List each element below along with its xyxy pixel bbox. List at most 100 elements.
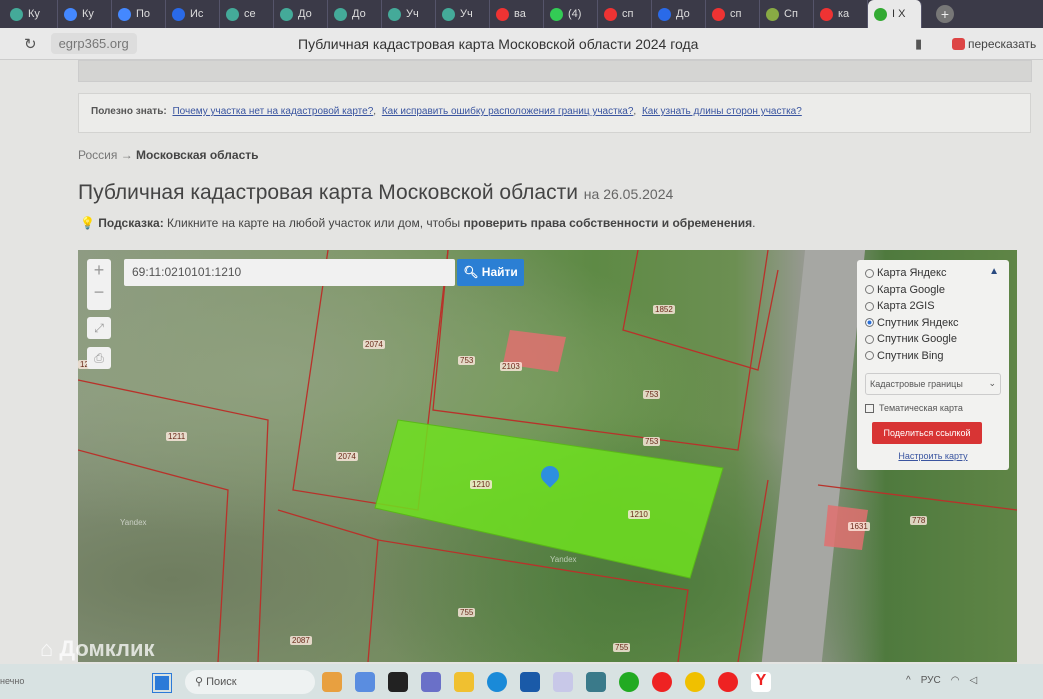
language-indicator[interactable]: РУС	[921, 675, 941, 686]
find-button[interactable]: 🔍︎ Найти	[457, 259, 524, 286]
taskbar: нечно ⚲ Поиск Y ^ РУС ◠ ◁	[0, 664, 1043, 699]
tab-favicon-icon	[766, 7, 779, 21]
print-icon[interactable]: ⎙	[87, 347, 111, 369]
new-tab-button[interactable]: +	[936, 5, 954, 23]
info-link[interactable]: Как узнать длины сторон участка?	[642, 106, 802, 117]
app-icon[interactable]	[388, 672, 408, 692]
info-label: Полезно знать:	[91, 106, 167, 117]
breadcrumb-root[interactable]: Россия	[78, 148, 117, 162]
zoom-out-button[interactable]: −	[87, 281, 111, 303]
chevron-up-icon[interactable]: ^	[906, 675, 911, 686]
volume-icon[interactable]: ◁	[969, 675, 977, 686]
chevron-down-icon: ⌄	[988, 378, 996, 388]
app-icon[interactable]	[586, 672, 606, 692]
retell-button[interactable]: пересказать	[952, 37, 1036, 51]
cadastral-map[interactable]: 2074 753 2103 1852 1211 753 753 2074 1210 1210 163…	[78, 250, 1017, 662]
reload-icon[interactable]: ↻	[24, 35, 37, 53]
browser-tab[interactable]: До	[652, 0, 706, 28]
info-link[interactable]: Почему участка нет на кадастровой карте?	[172, 106, 373, 117]
url-field[interactable]: egrp365.org	[50, 33, 137, 54]
folder-icon[interactable]	[454, 672, 474, 692]
browser-tab[interactable]: До	[328, 0, 382, 28]
retell-label: пересказать	[968, 37, 1037, 51]
wifi-icon[interactable]: ◠	[951, 675, 960, 686]
parcel-line	[737, 479, 769, 662]
tab-label: До	[352, 8, 366, 20]
browser-tab[interactable]: Ку	[4, 0, 58, 28]
browser-tab[interactable]: До	[274, 0, 328, 28]
yandex-icon[interactable]	[652, 672, 672, 692]
parcel-number-label: 1210	[628, 510, 650, 519]
info-link[interactable]: Как исправить ошибку расположения границ…	[382, 106, 634, 117]
edge-icon[interactable]	[487, 672, 507, 692]
browser-tab[interactable]: сп	[598, 0, 652, 28]
tab-favicon-icon	[442, 7, 455, 21]
overlay-select[interactable]: Кадастровые границы ⌄	[865, 373, 1001, 395]
layer-label: Карта Google	[877, 283, 945, 296]
share-link-button[interactable]: Поделиться ссылкой	[872, 422, 982, 444]
parcel-number-label: 1211	[166, 432, 188, 441]
browser-tab[interactable]: Ку	[58, 0, 112, 28]
windows-start-icon[interactable]	[152, 673, 172, 693]
layer-panel: ▲ Карта Яндекс Карта Google Карта 2GIS Спут…	[857, 260, 1009, 470]
browser-tab[interactable]: По	[112, 0, 166, 28]
browser-tab[interactable]: сп	[706, 0, 760, 28]
opera-icon[interactable]	[718, 672, 738, 692]
chevron-up-icon[interactable]: ▲	[989, 266, 999, 277]
browser-tab[interactable]: I X	[868, 0, 922, 28]
zoom-in-button[interactable]: +	[87, 259, 111, 281]
app-icon[interactable]	[553, 672, 573, 692]
taskbar-search[interactable]: ⚲ Поиск	[185, 670, 315, 694]
layer-label: Карта Яндекс	[877, 267, 947, 280]
tab-favicon-icon	[604, 7, 617, 21]
parcel-line	[78, 379, 269, 662]
bookmark-icon[interactable]: ▮	[915, 36, 922, 52]
parcel-line	[78, 449, 229, 662]
tab-label: Ис	[190, 8, 204, 20]
hint-text: Кликните на карте на любой участок или д…	[167, 216, 461, 230]
browser-tab[interactable]: се	[220, 0, 274, 28]
browser-tab[interactable]: ва	[490, 0, 544, 28]
widgets-icon[interactable]	[322, 672, 342, 692]
layer-option[interactable]: Карта Google	[865, 282, 1001, 299]
browser-tab[interactable]: ка	[814, 0, 868, 28]
overlay-select-value: Кадастровые границы	[870, 379, 963, 389]
layer-option[interactable]: Спутник Bing	[865, 348, 1001, 365]
tab-label: До	[676, 8, 690, 20]
thematic-map-checkbox[interactable]: Тематическая карта	[865, 403, 1001, 413]
browser-tab[interactable]: (4)	[544, 0, 598, 28]
yandex-browser-icon[interactable]: Y	[751, 672, 771, 692]
lightbulb-icon: 💡	[80, 216, 95, 230]
breadcrumb: Россия → Московская область	[78, 148, 259, 162]
tab-label: Ку	[82, 8, 94, 20]
layer-label: Карта 2GIS	[877, 300, 935, 313]
configure-map-link[interactable]: Настроить карту	[865, 451, 1001, 461]
layer-option[interactable]: Спутник Яндекс	[865, 315, 1001, 332]
teams-icon[interactable]	[421, 672, 441, 692]
taskbar-left-text: нечно	[0, 676, 25, 686]
address-bar: ↻ egrp365.org Публичная кадастровая карт…	[0, 28, 1043, 60]
store-icon[interactable]	[520, 672, 540, 692]
layer-option[interactable]: Карта Яндекс	[865, 265, 1001, 282]
browser-tab[interactable]: Сп	[760, 0, 814, 28]
whatsapp-icon[interactable]	[619, 672, 639, 692]
yandex-music-icon[interactable]	[685, 672, 705, 692]
tab-favicon-icon	[712, 7, 725, 21]
fullscreen-icon[interactable]: ⤢	[87, 317, 111, 339]
parcel-number-label: 2087	[290, 636, 312, 645]
copilot-icon[interactable]	[355, 672, 375, 692]
radio-icon	[865, 268, 874, 278]
hint-end: .	[752, 216, 756, 230]
browser-tab[interactable]: Уч	[382, 0, 436, 28]
parcel-number-label: 2103	[500, 362, 522, 371]
tab-label: ка	[838, 8, 850, 20]
taskbar-search-label: Поиск	[206, 676, 237, 688]
parcel-line	[622, 250, 779, 371]
browser-tab[interactable]: Ис	[166, 0, 220, 28]
browser-tab[interactable]: Уч	[436, 0, 490, 28]
layer-option[interactable]: Спутник Google	[865, 331, 1001, 348]
taskbar-apps: Y	[322, 672, 771, 692]
layer-option[interactable]: Карта 2GIS	[865, 298, 1001, 315]
parcel-number-label: 1631	[848, 522, 870, 531]
cadastral-search-input[interactable]: 69:11:0210101:1210	[124, 259, 455, 286]
